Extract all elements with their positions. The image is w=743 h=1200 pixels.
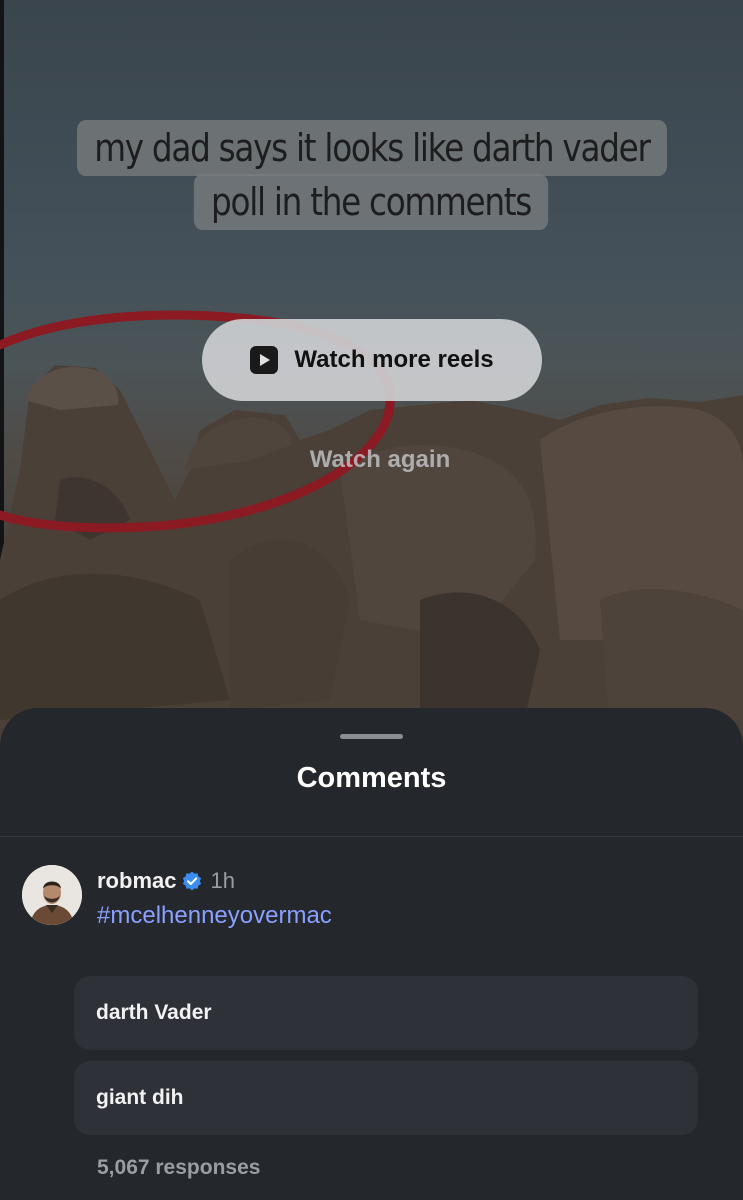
comments-title: Comments	[296, 762, 447, 794]
avatar-image	[22, 865, 82, 925]
verified-badge-icon	[183, 871, 202, 891]
watch-more-reels-label: Watch more reels	[294, 346, 494, 373]
avatar[interactable]	[22, 865, 82, 925]
reel-video[interactable]: my dad says it looks like darth vader po…	[0, 0, 743, 760]
reel-caption: my dad says it looks like darth vader po…	[0, 120, 743, 230]
caption-line-1: my dad says it looks like darth vader	[76, 120, 667, 176]
play-square-icon	[250, 346, 279, 374]
reel-end-screen: my dad says it looks like darth vader po…	[0, 0, 743, 1200]
comment-hashtag-link[interactable]: #mcelhenneyovermac	[97, 902, 332, 930]
sheet-drag-handle[interactable]	[340, 734, 403, 739]
comment-header: robmac 1h	[97, 868, 235, 894]
caption-line-2: poll in the comments	[194, 174, 549, 230]
sheet-divider	[0, 836, 743, 837]
poll-option-darth-vader[interactable]: darth Vader	[74, 976, 698, 1050]
poll-option-giant-dih[interactable]: giant dih	[74, 1061, 698, 1135]
watch-more-reels-button[interactable]: Watch more reels	[202, 319, 542, 401]
username[interactable]: robmac	[97, 868, 176, 894]
comment-timestamp: 1h	[210, 868, 235, 893]
comments-sheet: Comments robmac 1h #mcelhenneyovermac da…	[0, 708, 743, 1200]
watch-again-button[interactable]: Watch again	[0, 446, 743, 474]
poll-responses-count[interactable]: 5,067 responses	[97, 1156, 260, 1180]
